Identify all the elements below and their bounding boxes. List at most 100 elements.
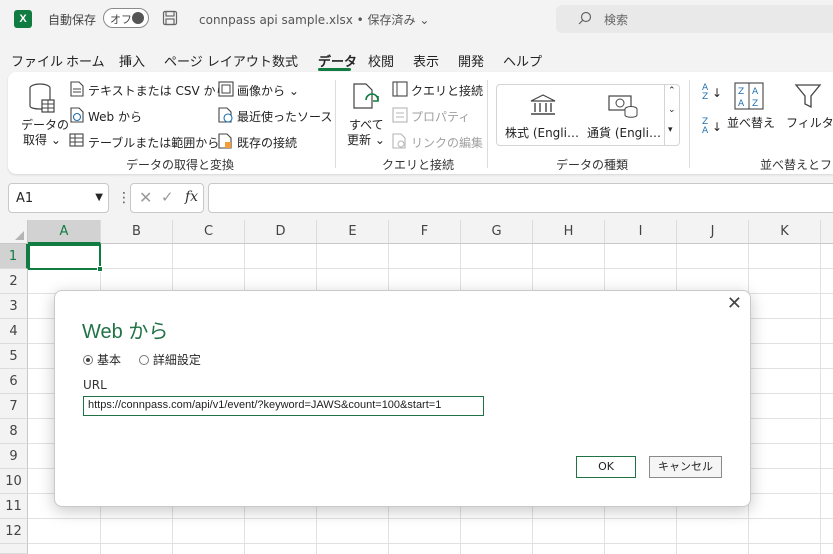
menu-view[interactable]: 表示 <box>413 51 439 70</box>
column-header[interactable]: G <box>461 220 533 244</box>
from-image-button[interactable]: 画像から ⌄ <box>237 82 299 99</box>
menu-formulas[interactable]: 数式 <box>272 51 298 70</box>
row-header[interactable] <box>0 544 28 554</box>
chevron-down-icon: ⌄ <box>668 105 676 115</box>
currencies-button[interactable]: 通貨 (Engli… <box>585 89 663 143</box>
sort-descending-button[interactable]: ZA ↓ <box>702 118 724 140</box>
grid-line <box>820 244 821 554</box>
row-header[interactable]: 10 <box>0 469 28 494</box>
row-header[interactable]: 7 <box>0 394 28 419</box>
column-header[interactable] <box>821 220 833 244</box>
chevron-up-icon: ⌃ <box>668 86 676 96</box>
column-header[interactable]: E <box>317 220 389 244</box>
radio-advanced[interactable]: 詳細設定 <box>138 353 201 367</box>
check-icon[interactable]: ✓ <box>161 188 174 206</box>
properties-button[interactable]: プロパティ <box>411 108 470 125</box>
row-header[interactable]: 6 <box>0 369 28 394</box>
column-header[interactable]: B <box>101 220 173 244</box>
column-header[interactable]: J <box>677 220 749 244</box>
sort-button[interactable]: Z A A Z 並べ替え <box>726 80 775 136</box>
group-separator <box>689 80 690 168</box>
group-separator <box>335 80 336 168</box>
group-get-transform-label: データの取得と変換 <box>126 158 235 172</box>
image-icon <box>218 81 234 97</box>
url-input[interactable]: https://connpass.com/api/v1/event/?keywo… <box>83 396 484 416</box>
active-tab-indicator <box>318 68 351 71</box>
menu-page-layout[interactable]: ページ レイアウト <box>164 51 272 70</box>
bank-icon <box>530 94 556 115</box>
search-placeholder: 検索 <box>604 13 629 27</box>
column-header[interactable]: A <box>28 220 101 244</box>
select-all-button[interactable] <box>0 220 28 244</box>
search-box[interactable]: 検索 <box>556 5 833 33</box>
menu-review[interactable]: 校閲 <box>368 51 394 70</box>
row-header[interactable]: 9 <box>0 444 28 469</box>
cancel-button[interactable]: キャンセル <box>649 456 722 478</box>
svg-text:A: A <box>738 99 745 109</box>
title-bar: X 自動保存 オフ connpass api sample.xlsx • 保存済… <box>0 0 833 38</box>
radio-basic[interactable]: 基本 <box>83 353 121 367</box>
name-box[interactable]: A1 ▼ <box>8 183 109 213</box>
currency-icon <box>608 95 638 118</box>
ok-button[interactable]: OK <box>576 456 636 478</box>
formula-input[interactable] <box>208 183 833 213</box>
more-options-icon[interactable]: ⋮ <box>117 190 131 206</box>
refresh-all-label-2: 更新 ⌄ <box>347 133 385 147</box>
group-separator <box>487 80 488 168</box>
column-header[interactable]: I <box>605 220 677 244</box>
mode-radio-group: 基本 詳細設定 <box>83 351 201 368</box>
radio-advanced-label: 詳細設定 <box>152 353 201 367</box>
sort-ascending-button[interactable]: AZ ↓ <box>702 84 724 106</box>
close-icon[interactable]: ✕ <box>727 293 742 314</box>
get-data-button[interactable]: データの 取得 ⌄ <box>14 78 69 150</box>
fill-handle[interactable] <box>97 266 103 272</box>
filter-button[interactable]: フィルター <box>784 80 833 136</box>
selected-cell[interactable] <box>28 244 103 272</box>
cancel-icon[interactable]: ✕ <box>139 188 152 207</box>
stocks-button[interactable]: 株式 (Engli… <box>501 89 587 143</box>
queries-connections-button[interactable]: クエリと接続 <box>411 82 483 99</box>
group-data-types-label: データの種類 <box>556 158 629 172</box>
edit-links-button[interactable]: リンクの編集 <box>411 134 483 151</box>
search-icon <box>578 11 592 25</box>
currencies-label: 通貨 (Engli… <box>587 126 661 140</box>
recent-sources-button[interactable]: 最近使ったソース <box>237 108 332 125</box>
row-header[interactable]: 2 <box>0 269 28 294</box>
row-header[interactable]: 8 <box>0 419 28 444</box>
grid-line <box>28 543 833 544</box>
column-header[interactable]: C <box>173 220 245 244</box>
row-header[interactable]: 3 <box>0 294 28 319</box>
gallery-expand-icon: ▾ <box>668 125 673 135</box>
save-icon[interactable] <box>162 10 178 26</box>
column-header[interactable]: H <box>533 220 605 244</box>
refresh-all-button[interactable]: すべて 更新 ⌄ <box>344 78 388 150</box>
autosave-toggle[interactable]: オフ <box>103 8 149 28</box>
from-text-csv-button[interactable]: テキストまたは CSV から <box>88 82 227 99</box>
insert-function-icon[interactable]: fx <box>185 189 198 205</box>
menu-home[interactable]: ホーム <box>66 51 105 70</box>
existing-connections-button[interactable]: 既存の接続 <box>237 134 297 151</box>
menu-insert[interactable]: 挿入 <box>119 51 145 70</box>
data-types-gallery: 株式 (Engli… 通貨 (Engli… ⌃ ⌄ ▾ <box>496 84 680 146</box>
menu-file[interactable]: ファイル <box>11 51 63 70</box>
row-header[interactable]: 12 <box>0 519 28 544</box>
column-header[interactable]: D <box>245 220 317 244</box>
gallery-scroll[interactable]: ⌃ ⌄ ▾ <box>664 85 679 145</box>
edit-links-icon <box>392 133 406 149</box>
row-header[interactable]: 1 <box>0 244 28 269</box>
ribbon: データの 取得 ⌄ テキストまたは CSV から Web から テーブルまたは範… <box>8 72 833 174</box>
row-header[interactable]: 5 <box>0 344 28 369</box>
column-header[interactable]: K <box>749 220 821 244</box>
file-title[interactable]: connpass api sample.xlsx • 保存済み ⌄ <box>199 11 429 28</box>
menu-developer[interactable]: 開発 <box>458 51 484 70</box>
from-web-button[interactable]: Web から <box>88 108 142 125</box>
from-table-button[interactable]: テーブルまたは範囲から <box>88 134 219 151</box>
row-header[interactable]: 11 <box>0 494 28 519</box>
url-label: URL <box>83 378 107 392</box>
menu-help[interactable]: ヘルプ <box>503 51 542 70</box>
radio-checked-icon <box>83 355 93 365</box>
sort-dialog-icon: Z A A Z <box>734 82 764 110</box>
row-header[interactable]: 4 <box>0 319 28 344</box>
column-header[interactable]: F <box>389 220 461 244</box>
svg-text:A: A <box>752 87 759 97</box>
